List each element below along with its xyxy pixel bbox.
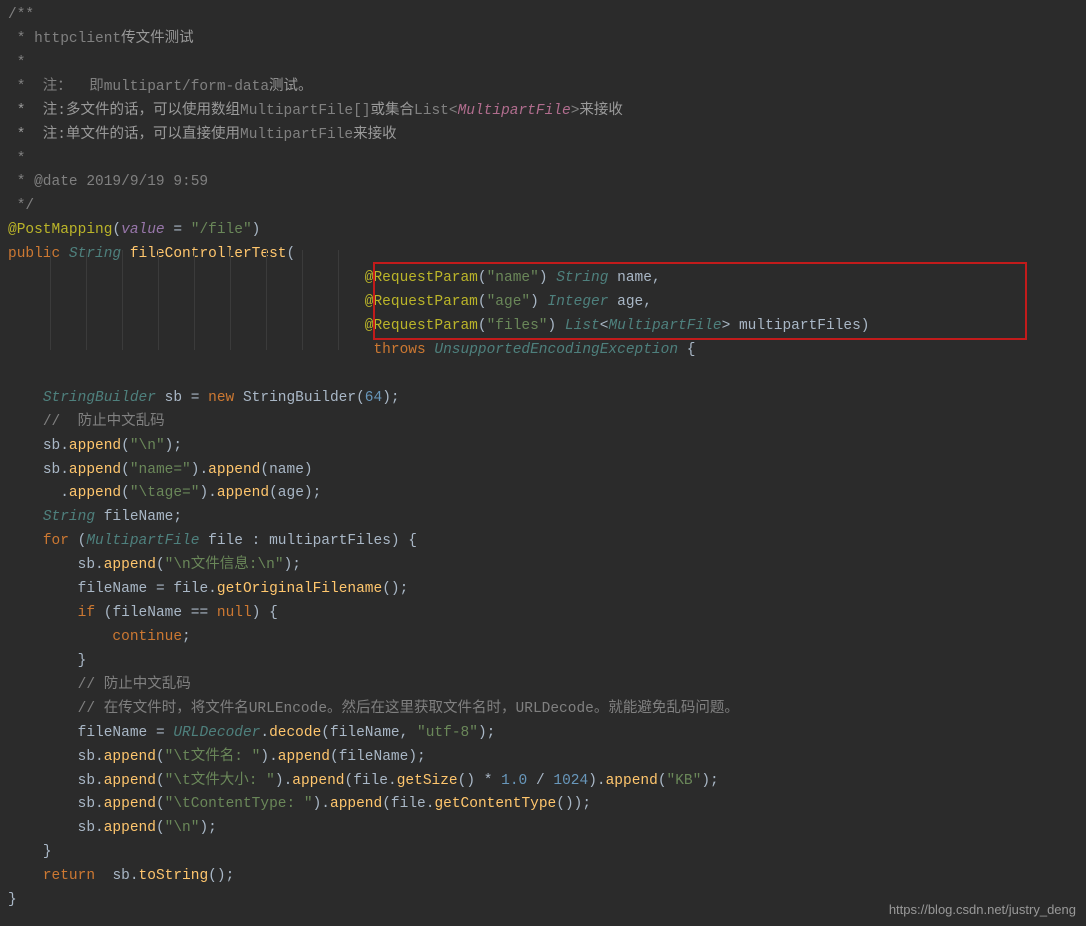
comment-line: * httpclient传文件测试 <box>8 31 194 47</box>
comment-line: // 防止中文乱码 <box>78 677 191 693</box>
comment-line: * @date 2019/9/19 9:59 <box>8 174 208 190</box>
comment-line: * <box>8 151 25 167</box>
watermark: https://blog.csdn.net/justry_deng <box>889 899 1076 920</box>
code-block: /** * httpclient传文件测试 * * 注： 即multipart/… <box>0 0 1086 913</box>
comment-line: // 在传文件时，将文件名URLEncode。然后在这里获取文件名时，URLDe… <box>78 701 739 717</box>
annotation: @RequestParam <box>365 318 478 334</box>
keyword-public: public <box>8 246 60 262</box>
annotation: @RequestParam <box>365 270 478 286</box>
comment-line: // 防止中文乱码 <box>43 414 165 430</box>
comment-line: * <box>8 55 25 71</box>
comment-line: */ <box>8 198 34 214</box>
comment-line: * 注:单文件的话，可以直接使用MultipartFile来接收 <box>8 127 397 143</box>
comment-line: * 注： 即multipart/form-data测试。 <box>8 79 313 95</box>
annotation: @RequestParam <box>365 294 478 310</box>
annotation: @PostMapping <box>8 222 112 238</box>
comment-line: * 注:多文件的话，可以使用数组MultipartFile[]或集合List<M… <box>8 103 623 119</box>
comment-line: /** <box>8 7 34 23</box>
